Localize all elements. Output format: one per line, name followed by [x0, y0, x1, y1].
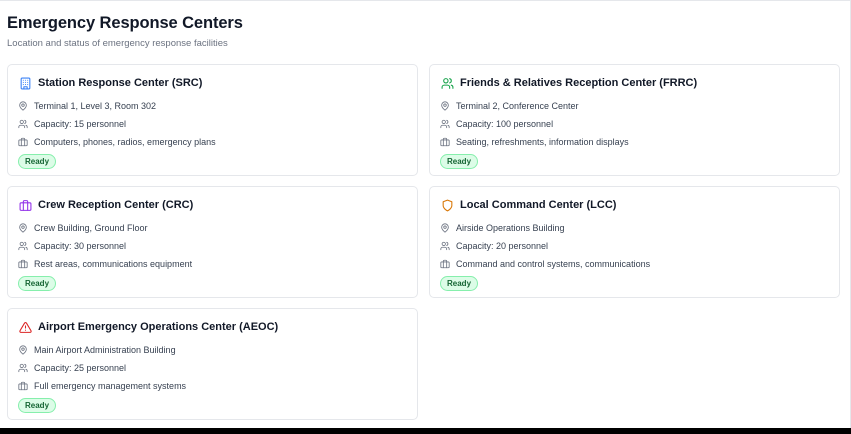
status-badge: Ready: [440, 276, 479, 291]
briefcase-icon: [440, 137, 450, 147]
equipment-row: Full emergency management systems: [18, 377, 407, 395]
equipment-row: Rest areas, communications equipment: [18, 255, 407, 273]
center-card-src[interactable]: Station Response Center (SRC) Terminal 1…: [7, 64, 418, 176]
center-card-lcc[interactable]: Local Command Center (LCC) Airside Opera…: [429, 186, 840, 298]
briefcase-icon: [18, 381, 28, 391]
capacity-text: Capacity: 20 personnel: [456, 241, 549, 251]
card-header: Local Command Center (LCC): [440, 197, 829, 213]
status-badge: Ready: [18, 276, 57, 291]
card-title: Station Response Center (SRC): [38, 77, 203, 89]
card-title: Airport Emergency Operations Center (AEO…: [38, 321, 279, 333]
location-row: Crew Building, Ground Floor: [18, 219, 407, 237]
users-icon: [18, 241, 28, 251]
users-icon: [440, 76, 454, 90]
centers-grid: Station Response Center (SRC) Terminal 1…: [7, 64, 840, 420]
capacity-text: Capacity: 100 personnel: [456, 119, 554, 129]
equipment-row: Seating, refreshments, information displ…: [440, 133, 829, 151]
map-pin-icon: [440, 223, 450, 233]
center-card-aeoc[interactable]: Airport Emergency Operations Center (AEO…: [7, 308, 418, 420]
location-text: Terminal 2, Conference Center: [456, 101, 579, 111]
users-icon: [440, 119, 450, 129]
map-pin-icon: [18, 345, 28, 355]
location-row: Main Airport Administration Building: [18, 341, 407, 359]
status-badge: Ready: [18, 154, 57, 169]
status-badge: Ready: [440, 154, 479, 169]
capacity-row: Capacity: 20 personnel: [440, 237, 829, 255]
equipment-text: Computers, phones, radios, emergency pla…: [34, 137, 216, 147]
map-pin-icon: [440, 101, 450, 111]
briefcase-icon: [18, 137, 28, 147]
location-text: Main Airport Administration Building: [34, 345, 176, 355]
capacity-row: Capacity: 100 personnel: [440, 115, 829, 133]
briefcase-icon: [18, 198, 32, 212]
equipment-row: Computers, phones, radios, emergency pla…: [18, 133, 407, 151]
capacity-row: Capacity: 25 personnel: [18, 359, 407, 377]
location-text: Terminal 1, Level 3, Room 302: [34, 101, 157, 111]
top-border: [0, 0, 851, 1]
card-header: Friends & Relatives Reception Center (FR…: [440, 75, 829, 91]
page-title: Emergency Response Centers: [7, 14, 243, 32]
users-icon: [440, 241, 450, 251]
equipment-text: Full emergency management systems: [34, 381, 187, 391]
capacity-text: Capacity: 15 personnel: [34, 119, 127, 129]
center-card-crc[interactable]: Crew Reception Center (CRC) Crew Buildin…: [7, 186, 418, 298]
location-row: Airside Operations Building: [440, 219, 829, 237]
shield-icon: [440, 198, 454, 212]
map-pin-icon: [18, 223, 28, 233]
capacity-row: Capacity: 30 personnel: [18, 237, 407, 255]
location-text: Crew Building, Ground Floor: [34, 223, 148, 233]
card-title: Friends & Relatives Reception Center (FR…: [460, 77, 698, 89]
card-header: Airport Emergency Operations Center (AEO…: [18, 319, 407, 335]
equipment-row: Command and control systems, communicati…: [440, 255, 829, 273]
card-header: Crew Reception Center (CRC): [18, 197, 407, 213]
card-header: Station Response Center (SRC): [18, 75, 407, 91]
briefcase-icon: [18, 259, 28, 269]
equipment-text: Command and control systems, communicati…: [456, 259, 651, 269]
equipment-text: Seating, refreshments, information displ…: [456, 137, 629, 147]
building-icon: [18, 76, 32, 90]
alert-triangle-icon: [18, 320, 32, 334]
location-row: Terminal 2, Conference Center: [440, 97, 829, 115]
page-subtitle: Location and status of emergency respons…: [7, 38, 228, 49]
map-pin-icon: [18, 101, 28, 111]
users-icon: [18, 119, 28, 129]
status-badge: Ready: [18, 398, 57, 413]
capacity-text: Capacity: 25 personnel: [34, 363, 127, 373]
capacity-text: Capacity: 30 personnel: [34, 241, 127, 251]
users-icon: [18, 363, 28, 373]
card-title: Crew Reception Center (CRC): [38, 199, 194, 211]
capacity-row: Capacity: 15 personnel: [18, 115, 407, 133]
equipment-text: Rest areas, communications equipment: [34, 259, 193, 269]
briefcase-icon: [440, 259, 450, 269]
location-row: Terminal 1, Level 3, Room 302: [18, 97, 407, 115]
card-title: Local Command Center (LCC): [460, 199, 617, 211]
location-text: Airside Operations Building: [456, 223, 565, 233]
bottom-edge: [0, 428, 851, 434]
center-card-frrc[interactable]: Friends & Relatives Reception Center (FR…: [429, 64, 840, 176]
